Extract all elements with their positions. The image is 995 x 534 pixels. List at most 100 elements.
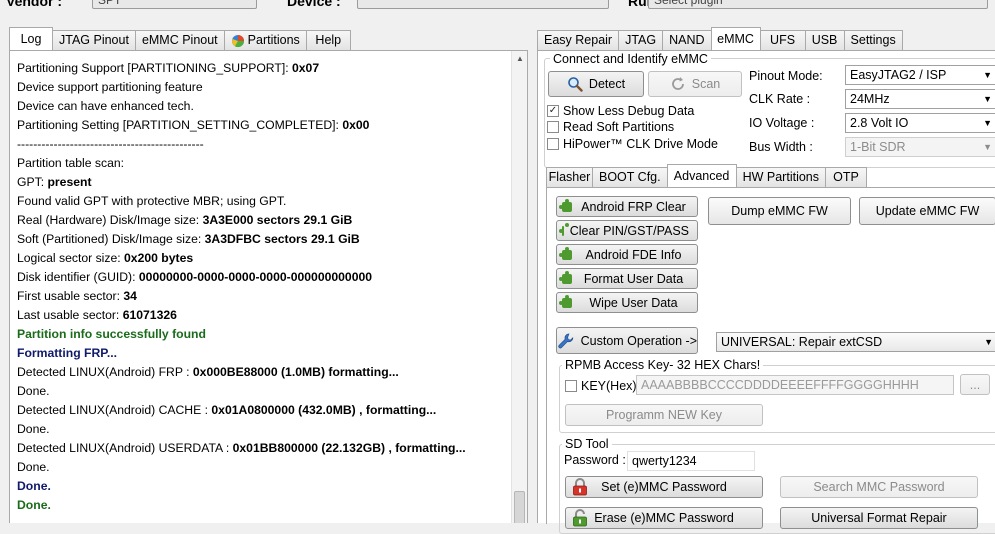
clk-rate-select[interactable]: 24MHz ▼ [845,89,995,109]
universal-format-repair-button[interactable]: Universal Format Repair [780,507,978,529]
tab-help-label: Help [315,33,342,47]
log-line-text: Detected LINUX(Android) USERDATA : [17,441,233,455]
log-line: Done. [17,477,512,496]
set-emmc-password-button[interactable]: Set (e)MMC Password [565,476,763,498]
rpmb-key-checkbox[interactable]: KEY(Hex) : [565,379,644,393]
log-line-value: 34 [123,289,137,303]
hipower-label: HiPower™ CLK Drive Mode [563,137,718,151]
format-user-data-button[interactable]: Format User Data [556,268,698,289]
vendor-select[interactable]: SPT [92,0,257,9]
android-frp-clear-label: Android FRP Clear [581,199,686,214]
tab-easy-repair[interactable]: Easy Repair [537,30,620,50]
log-line-text: Last usable sector: [17,308,123,322]
clk-rate-value: 24MHz [850,92,890,106]
rpmb-browse-button[interactable]: ... [960,374,990,395]
log-line-text: Device can have enhanced tech. [17,99,194,113]
erase-emmc-password-button[interactable]: Erase (e)MMC Password [565,507,763,529]
hipower-checkbox[interactable]: HiPower™ CLK Drive Mode [547,137,718,151]
log-line-text: Done. [17,384,50,398]
tab-emmc-pinout[interactable]: eMMC Pinout [134,30,225,50]
dump-emmc-fw-button[interactable]: Dump eMMC FW [708,197,851,225]
tab-emmc[interactable]: eMMC [710,27,761,50]
show-less-debug-checkbox[interactable]: ✓ Show Less Debug Data [547,104,694,118]
tab-log[interactable]: Log [9,27,53,50]
tab-settings[interactable]: Settings [843,30,903,50]
tab-help[interactable]: Help [305,30,351,50]
log-line-text: Found valid GPT with protective MBR; usi… [17,194,287,208]
password-label: Password : [564,453,626,467]
log-scrollbar[interactable]: ▲ [511,51,527,523]
log-line-text: GPT: [17,175,48,189]
log-lines: Partitioning Support [PARTITIONING_SUPPO… [17,59,512,515]
wipe-user-data-label: Wipe User Data [589,295,678,310]
update-emmc-fw-button[interactable]: Update eMMC FW [859,197,995,225]
log-panel[interactable]: Partitioning Support [PARTITIONING_SUPPO… [9,50,528,523]
tab-hw-partitions[interactable]: HW Partitions [735,167,826,187]
log-line-value: 0x07 [292,61,320,75]
tab-advanced[interactable]: Advanced [666,164,737,187]
password-input[interactable]: qwerty1234 [627,451,755,471]
puzzle-icon [559,198,572,212]
log-line-value: 0x00 [342,118,370,132]
unlock-icon [573,509,587,527]
log-line-text: Real (Hardware) Disk/Image size: [17,213,203,227]
tab-otp[interactable]: OTP [825,167,867,187]
log-line-value: present [47,175,92,189]
read-soft-partitions-checkbox[interactable]: Read Soft Partitions [547,120,674,134]
io-voltage-select[interactable]: 2.8 Volt IO ▼ [845,113,995,133]
rpmb-key-input[interactable]: AAAABBBBCCCCDDDDEEEEFFFFGGGGHHHH [636,375,954,395]
custom-operation-button[interactable]: Custom Operation -> [556,327,698,354]
tab-jtag[interactable]: JTAG [618,30,664,50]
tab-usb[interactable]: USB [804,30,845,50]
android-fde-info-button[interactable]: Android FDE Info [556,244,698,265]
log-line-text: Done. [17,460,50,474]
tab-partitions[interactable]: Partitions [223,30,307,50]
set-emmc-password-label: Set (e)MMC Password [601,480,727,494]
scan-button[interactable]: Scan [648,71,742,97]
inner-tab-divider [546,187,995,188]
tab-flasher[interactable]: Flasher [546,167,593,187]
chevron-down-icon: ▼ [984,337,993,347]
inner-tabbar: Flasher BOOT Cfg. Advanced HW Partitions… [546,164,867,187]
custom-operation-select[interactable]: UNIVERSAL: Repair extCSD ▼ [716,332,995,352]
tab-boot-cfg[interactable]: BOOT Cfg. [592,167,668,187]
io-voltage-label: IO Voltage : [749,116,815,130]
plugin-select[interactable]: Select plugin [648,0,988,9]
tab-usb-label: USB [811,33,838,47]
bus-width-select[interactable]: 1-Bit SDR ▼ [845,137,995,157]
tab-jtag-pinout-label: JTAG Pinout [59,33,129,47]
chevron-down-icon: ▼ [983,70,992,80]
log-line: Detected LINUX(Android) CACHE : 0x01A080… [17,401,512,420]
scroll-up-icon[interactable]: ▲ [515,54,525,64]
refresh-icon [671,77,684,90]
scan-button-label: Scan [691,77,721,91]
log-line: Device support partitioning feature [17,78,512,97]
search-mmc-password-button[interactable]: Search MMC Password [780,476,978,498]
tab-boot-cfg-label: BOOT Cfg. [599,170,661,184]
log-line: Last usable sector: 61071326 [17,306,512,325]
log-line: Done. [17,496,512,515]
io-voltage-value: 2.8 Volt IO [850,116,909,130]
tab-nand-label: NAND [669,33,705,47]
wipe-user-data-button[interactable]: Wipe User Data [556,292,698,313]
chevron-down-icon: ▼ [983,142,992,152]
log-line-value: 3A3DFBC sectors 29.1 GiB [204,232,360,246]
log-line: Done. [17,382,512,401]
pinout-mode-select[interactable]: EasyJTAG2 / ISP ▼ [845,65,995,85]
log-line: GPT: present [17,173,512,192]
log-line-value: 0x01BB800000 (22.132GB) , formatting... [232,441,466,455]
log-scroll-thumb[interactable] [514,491,525,523]
tab-nand[interactable]: NAND [662,30,712,50]
log-line: Logical sector size: 0x200 bytes [17,249,512,268]
log-line: Formatting FRP... [17,344,512,363]
log-line-text: Logical sector size: [17,251,125,265]
program-new-key-button[interactable]: Programm NEW Key [565,404,763,426]
detect-button[interactable]: Detect [548,71,644,97]
log-line-text: Disk identifier (GUID): [17,270,139,284]
log-line-text: Soft (Partitioned) Disk/Image size: [17,232,205,246]
clear-pin-button[interactable]: Clear PIN/GST/PASS [556,220,698,241]
android-frp-clear-button[interactable]: Android FRP Clear [556,196,698,217]
device-select[interactable] [357,0,609,9]
tab-ufs[interactable]: UFS [759,30,806,50]
tab-jtag-pinout[interactable]: JTAG Pinout [52,30,136,50]
